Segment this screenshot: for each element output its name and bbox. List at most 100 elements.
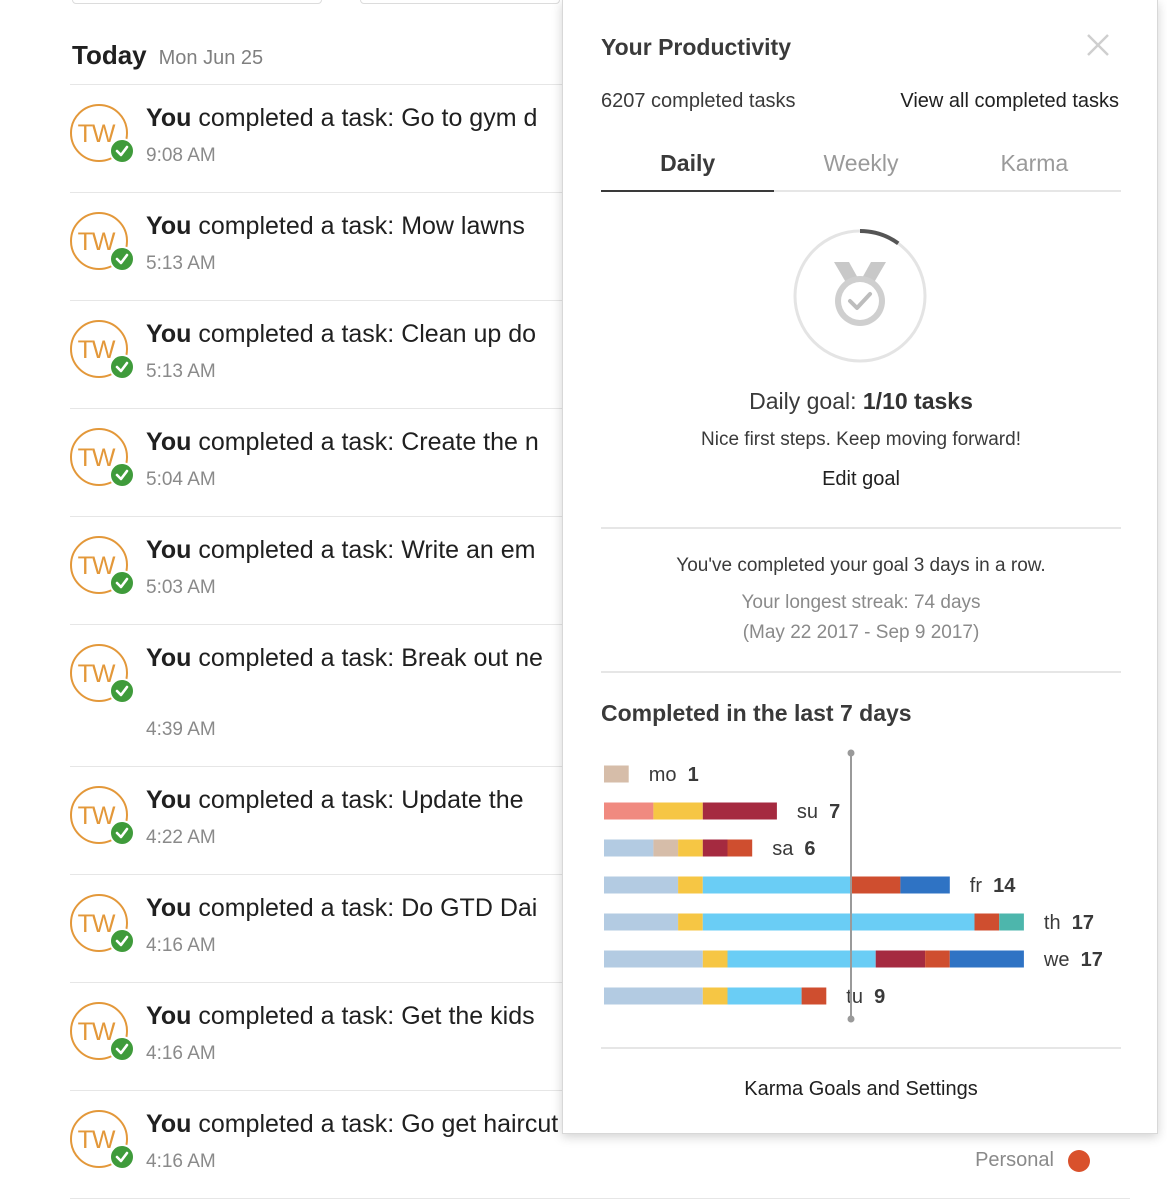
close-icon xyxy=(1087,34,1109,56)
activity-task: Do GTD Dai xyxy=(401,894,538,922)
tab-daily[interactable]: Daily xyxy=(601,150,775,192)
check-icon xyxy=(109,820,135,846)
goal-line-end xyxy=(847,1015,855,1023)
bar-segment xyxy=(999,913,1024,931)
avatar: TW xyxy=(70,104,135,164)
activity-actor: You xyxy=(146,894,192,922)
bar-segment xyxy=(702,987,728,1005)
avatar: TW xyxy=(70,894,135,954)
bar-segment xyxy=(702,876,851,894)
check-icon xyxy=(109,354,135,380)
bar-segment xyxy=(727,839,753,857)
bar-segment xyxy=(653,839,679,857)
bar-segment xyxy=(875,950,926,968)
bar-segment xyxy=(702,913,975,931)
activity-verb: completed a task: xyxy=(191,212,402,240)
bar-value-label: 1 xyxy=(676,764,698,786)
avatar-initials: TW xyxy=(77,119,116,148)
bar-day-label: tu xyxy=(846,986,863,1008)
activity-time: 4:22 AM xyxy=(146,827,216,848)
bar-segment xyxy=(678,913,703,931)
activity-time: 4:16 AM xyxy=(146,1043,216,1064)
activity-time: 5:13 AM xyxy=(146,253,216,274)
project-label[interactable]: Personal xyxy=(975,1149,1090,1172)
bar-value-label: 14 xyxy=(982,875,1016,897)
bar-day-label: mo xyxy=(649,764,677,786)
avatar-initials: TW xyxy=(77,659,116,688)
avatar-initials: TW xyxy=(77,335,116,364)
daily-goal-text: Daily goal: 1/10 tasks xyxy=(563,388,1159,415)
avatar-initials: TW xyxy=(77,909,116,938)
bar-segment xyxy=(949,950,1024,968)
check-icon xyxy=(109,570,135,596)
activity-task: Clean up do xyxy=(401,320,537,348)
activity-time: 4:16 AM xyxy=(146,1151,216,1172)
close-button[interactable] xyxy=(1083,30,1113,60)
bar-day-label: fr xyxy=(970,875,983,897)
activity-actor: You xyxy=(146,644,192,672)
activity-text: You completed a task: Do GTD Dai xyxy=(146,894,537,923)
activity-verb: completed a task: xyxy=(191,320,402,348)
view-all-completed-link[interactable]: View all completed tasks xyxy=(900,90,1119,113)
activity-verb: completed a task: xyxy=(191,428,402,456)
bar-segment xyxy=(702,950,728,968)
bar-segment xyxy=(851,876,901,894)
productivity-popup: Your Productivity 6207 completed tasks V… xyxy=(562,0,1158,1134)
edit-goal-wrapper: Edit goal xyxy=(563,468,1159,491)
bar-segment xyxy=(604,876,679,894)
activity-text: You completed a task: Create the n xyxy=(146,428,539,457)
activity-text: You completed a task: Clean up do xyxy=(146,320,536,349)
bar-value-label: 9 xyxy=(863,986,885,1008)
activity-verb: completed a task: xyxy=(191,1110,402,1138)
bar-segment xyxy=(702,839,728,857)
check-icon xyxy=(109,138,135,164)
bar-label: we 17 xyxy=(1043,949,1103,971)
activity-actor: You xyxy=(146,212,192,240)
bar-segment xyxy=(604,987,703,1005)
productivity-tabs: Daily Weekly Karma xyxy=(601,150,1121,192)
activity-task: Mow lawns xyxy=(401,212,525,240)
activity-time: 5:13 AM xyxy=(146,361,216,382)
avatar-initials: TW xyxy=(77,551,116,580)
project-dot-icon xyxy=(1068,1149,1090,1172)
bar-segment xyxy=(604,913,679,931)
activity-actor: You xyxy=(146,536,192,564)
activity-actor: You xyxy=(146,104,192,132)
bar-label: su 7 xyxy=(797,801,840,823)
activity-actor: You xyxy=(146,320,192,348)
tab-weekly[interactable]: Weekly xyxy=(774,150,947,190)
avatar: TW xyxy=(70,1002,135,1062)
bar-segment xyxy=(653,802,703,820)
day-header: Today Mon Jun 25 xyxy=(72,40,263,71)
project-name: Personal xyxy=(975,1149,1054,1171)
bar-value-label: 17 xyxy=(1061,912,1094,934)
bar-segment xyxy=(604,839,654,857)
chart-title: Completed in the last 7 days xyxy=(601,700,912,726)
activity-task: Get the kids xyxy=(401,1002,535,1030)
avatar-initials: TW xyxy=(77,1017,116,1046)
avatar-initials: TW xyxy=(77,227,116,256)
day-title: Today xyxy=(72,40,147,70)
bar-day-label: th xyxy=(1044,912,1061,934)
current-streak: You've completed your goal 3 days in a r… xyxy=(676,555,1046,576)
bar-segment xyxy=(727,987,802,1005)
bar-segment xyxy=(974,913,1000,931)
avatar: TW xyxy=(70,786,135,846)
day-date: Mon Jun 25 xyxy=(158,47,264,69)
activity-time: 9:08 AM xyxy=(146,145,216,166)
bar-label: fr 14 xyxy=(970,875,1016,897)
tab-karma[interactable]: Karma xyxy=(948,150,1121,190)
completed-count: 6207 completed tasks xyxy=(601,90,796,112)
daily-goal-value: 1/10 tasks xyxy=(862,388,973,414)
bar-label: sa 6 xyxy=(772,838,815,860)
settings-wrapper: Karma Goals and Settings xyxy=(563,1078,1159,1101)
popup-divider xyxy=(601,527,1121,529)
activity-task: Write an em xyxy=(401,536,536,564)
daily-goal-label: Daily goal: xyxy=(749,388,863,414)
longest-streak-range: (May 22 2017 - Sep 9 2017) xyxy=(742,622,980,643)
check-icon xyxy=(109,928,135,954)
check-icon xyxy=(109,1144,135,1170)
edit-goal-link[interactable]: Edit goal xyxy=(822,468,900,490)
bar-segment xyxy=(604,765,629,783)
karma-goals-settings-link[interactable]: Karma Goals and Settings xyxy=(744,1078,977,1100)
